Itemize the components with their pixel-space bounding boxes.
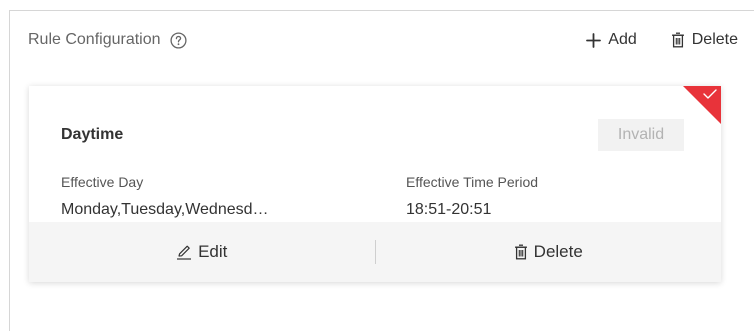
checkmark-corner-icon [683, 86, 721, 124]
delete-button-label: Delete [691, 31, 738, 48]
header-actions: Add Delete [586, 28, 738, 52]
trash-icon [671, 32, 685, 48]
delete-button[interactable]: Delete [671, 31, 738, 49]
add-button-label: Add [608, 31, 637, 48]
plus-icon [586, 32, 602, 48]
status-badge: Invalid [598, 119, 684, 151]
effective-time-label: Effective Time Period [406, 174, 539, 190]
effective-day-label: Effective Day [61, 174, 144, 190]
edit-button-label: Edit [198, 242, 228, 261]
rule-card[interactable]: Daytime Invalid Effective Day Monday,Tue… [29, 86, 721, 282]
panel-title: Rule Configuration [28, 31, 161, 48]
pencil-icon [176, 244, 192, 260]
card-footer: Edit Delete [29, 222, 721, 282]
card-delete-button[interactable]: Delete [376, 222, 722, 282]
card-delete-button-label: Delete [533, 242, 583, 261]
panel-header: Rule Configuration Add Delete [28, 28, 738, 52]
help-icon[interactable] [169, 31, 187, 49]
effective-day-value: Monday,Tuesday,Wednesd… [61, 201, 269, 218]
add-button[interactable]: Add [586, 31, 637, 49]
edit-button[interactable]: Edit [29, 222, 375, 282]
trash-icon [514, 244, 528, 260]
rule-name: Daytime [61, 126, 124, 143]
effective-time-value: 18:51-20:51 [406, 201, 492, 218]
